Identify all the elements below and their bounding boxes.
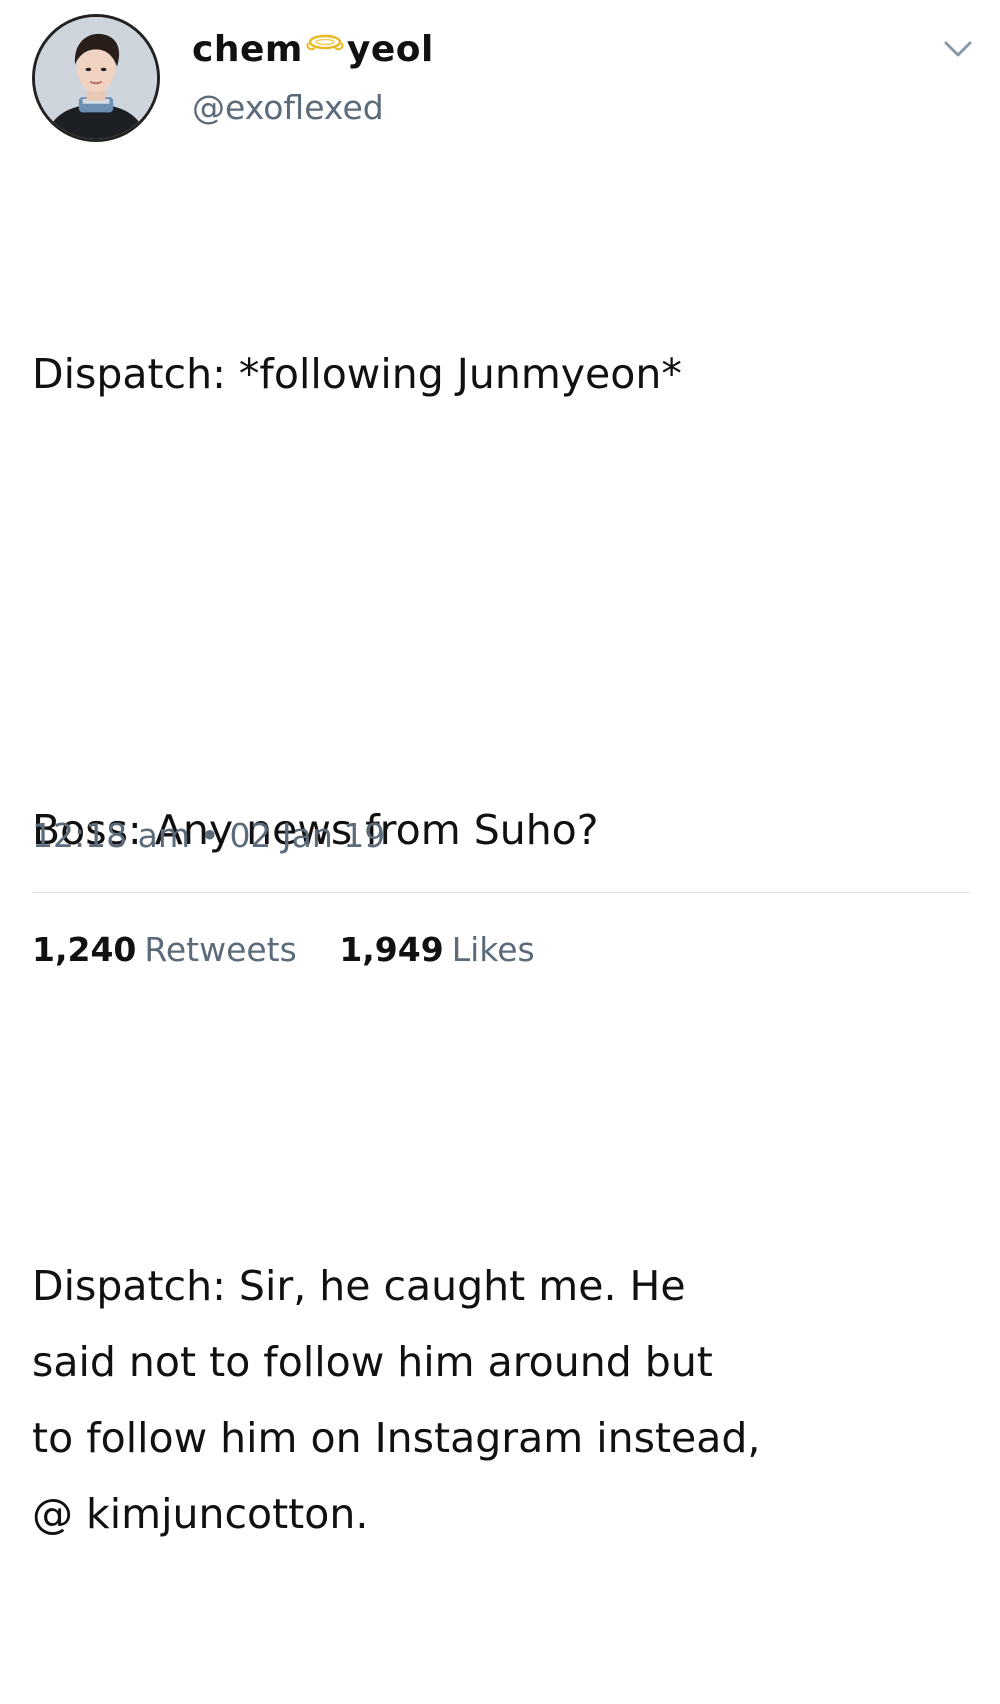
tweet-date: 02 Jan 19 [229, 816, 386, 855]
retweets-stat[interactable]: 1,240 Retweets [32, 926, 297, 974]
tweet-time: 12:18 am [32, 816, 190, 855]
retweets-count: 1,240 [32, 930, 137, 969]
display-name-last: yeol [346, 29, 434, 70]
tweet-paragraph-1: Dispatch: *following Junmyeon* [32, 350, 682, 398]
timestamp[interactable]: 12:18 am • 02 Jan 19 [32, 812, 385, 860]
likes-stat[interactable]: 1,949 Likes [339, 926, 534, 974]
engagement-stats: 1,240 Retweets 1,949 Likes [32, 926, 567, 974]
display-name-first: chem [192, 29, 303, 70]
user-handle[interactable]: @exoflexed [192, 84, 384, 132]
likes-count: 1,949 [339, 930, 444, 969]
display-name[interactable]: chem yeol [192, 26, 434, 74]
tweet-paragraph-spacer [32, 564, 952, 640]
tweet-paragraph-3: Dispatch: Sir, he caught me. He said not… [32, 1262, 761, 1538]
avatar[interactable] [32, 14, 160, 142]
avatar-image [35, 17, 157, 139]
chevron-down-icon[interactable] [938, 34, 978, 64]
likes-label: Likes [451, 930, 535, 969]
halo-icon [305, 31, 345, 57]
tweet-card: chem yeol @exoflexed Dispatch: *followin… [0, 0, 1000, 1538]
divider [32, 892, 970, 893]
tweet-paragraph-spacer [32, 1020, 952, 1096]
timestamp-separator: • [199, 816, 220, 855]
retweets-label: Retweets [144, 930, 297, 969]
